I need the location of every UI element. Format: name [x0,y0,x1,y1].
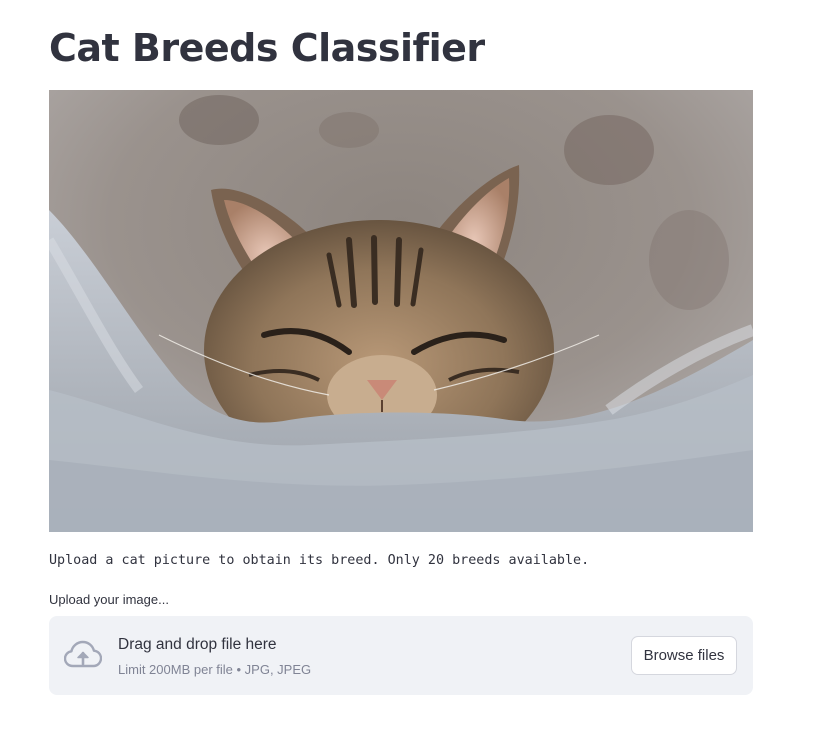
dropzone-title: Drag and drop file here [118,636,277,653]
cat-photo [49,90,753,532]
app-description: Upload a cat picture to obtain its breed… [49,553,590,568]
cloud-upload-icon [64,640,102,668]
browse-files-button[interactable]: Browse files [631,636,737,675]
dropzone-limit-text: Limit 200MB per file • JPG, JPEG [118,662,312,677]
file-uploader-label: Upload your image... [49,592,169,607]
file-dropzone[interactable]: Drag and drop file here Limit 200MB per … [49,616,753,695]
page-title: Cat Breeds Classifier [49,26,485,70]
dropzone-instructions: Drag and drop file here Limit 200MB per … [118,635,311,678]
